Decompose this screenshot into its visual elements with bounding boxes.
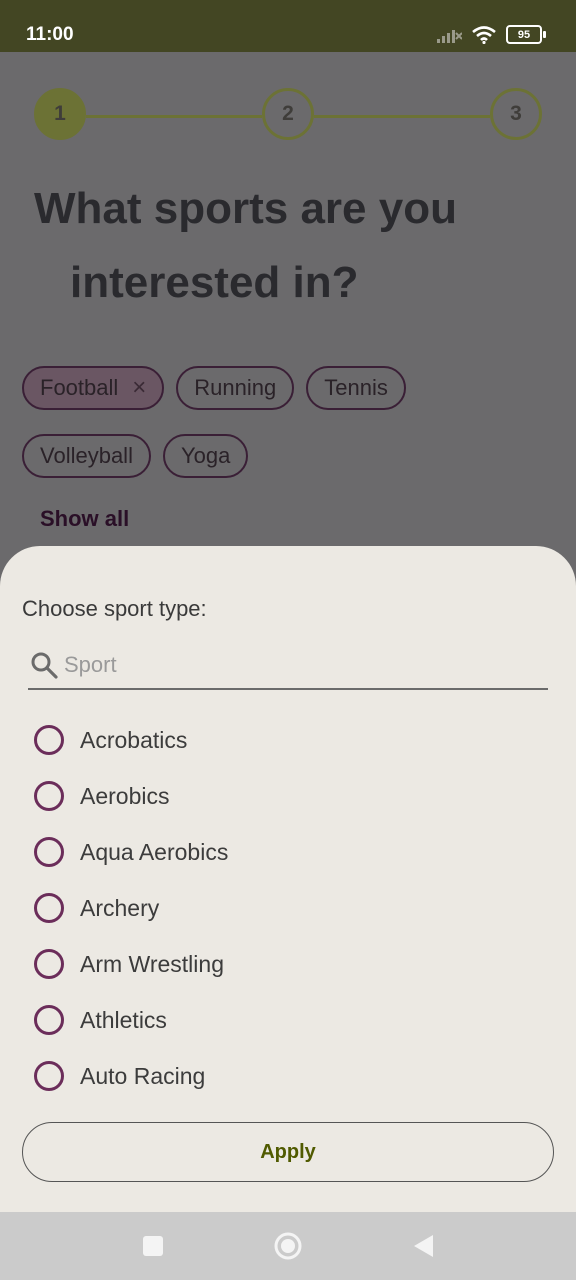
radio-button[interactable]: [34, 949, 64, 979]
option-label: Archery: [80, 894, 160, 921]
battery-icon: 95: [506, 25, 546, 44]
option-athletics[interactable]: Athletics: [34, 992, 554, 1048]
option-aerobics[interactable]: Aerobics: [34, 768, 554, 824]
back-icon[interactable]: [411, 1233, 435, 1259]
option-label: Aqua Aerobics: [80, 838, 229, 865]
chip-yoga[interactable]: Yoga: [162, 434, 249, 478]
stepper: 1 2 3: [34, 88, 542, 146]
wifi-icon: [472, 25, 496, 44]
chip-label: Tennis: [324, 375, 388, 400]
chip-tennis[interactable]: Tennis: [306, 366, 406, 410]
option-label: Aerobics: [80, 782, 170, 809]
radio-button[interactable]: [34, 781, 64, 811]
option-arm-wrestling[interactable]: Arm Wrestling: [34, 936, 554, 992]
search-field[interactable]: [28, 642, 548, 690]
bottom-sheet: Choose sport type: Acrobatics Aerobics A…: [0, 546, 576, 1212]
option-auto-racing[interactable]: Auto Racing: [34, 1048, 554, 1104]
signal-icon: [437, 29, 462, 43]
option-label: Athletics: [80, 1006, 167, 1033]
sheet-title: Choose sport type:: [22, 596, 207, 621]
close-icon[interactable]: ×: [132, 374, 146, 402]
step-2: 2: [262, 88, 314, 140]
chip-row: Volleyball Yoga: [22, 434, 562, 478]
radio-button[interactable]: [34, 893, 64, 923]
chip-volleyball[interactable]: Volleyball: [22, 434, 151, 478]
chip-label: Volleyball: [40, 443, 133, 468]
chip-label: Football: [40, 375, 119, 400]
status-bar: 11:00 95: [0, 0, 576, 52]
option-label: Acrobatics: [80, 726, 188, 753]
title-line-1: What sports are you: [34, 184, 457, 233]
radio-button[interactable]: [34, 1005, 64, 1035]
system-nav-bar: [0, 1212, 576, 1280]
home-icon[interactable]: [273, 1231, 303, 1261]
status-time: 11:00: [26, 24, 74, 45]
step-connector: [86, 115, 262, 118]
option-label: Auto Racing: [80, 1062, 206, 1089]
battery-level: 95: [517, 28, 531, 41]
recents-icon[interactable]: [141, 1234, 165, 1258]
page-title: What sports are you interested in?: [34, 172, 554, 320]
radio-button[interactable]: [34, 725, 64, 755]
step-3: 3: [490, 88, 542, 140]
chip-football[interactable]: Football ×: [22, 366, 165, 410]
sport-chips: Football × Running Tennis Volleyball Yog…: [22, 366, 562, 502]
title-line-2: interested in?: [70, 258, 359, 307]
chip-running[interactable]: Running: [176, 366, 295, 410]
chip-label: Running: [194, 375, 277, 400]
sport-type-list: Acrobatics Aerobics Aqua Aerobics Archer…: [34, 712, 554, 1104]
option-label: Arm Wrestling: [80, 950, 224, 977]
radio-button[interactable]: [34, 837, 64, 867]
apply-button[interactable]: Apply: [22, 1122, 554, 1182]
status-icons: 95: [436, 25, 546, 44]
radio-button[interactable]: [34, 1061, 64, 1091]
chip-row: Football × Running Tennis: [22, 366, 562, 410]
search-input[interactable]: [62, 651, 548, 679]
step-1: 1: [34, 88, 86, 140]
show-all-link[interactable]: Show all: [40, 506, 129, 532]
search-icon: [31, 652, 58, 679]
option-archery[interactable]: Archery: [34, 880, 554, 936]
step-connector: [314, 115, 490, 118]
chip-label: Yoga: [180, 443, 231, 468]
option-aqua-aerobics[interactable]: Aqua Aerobics: [34, 824, 554, 880]
option-acrobatics[interactable]: Acrobatics: [34, 712, 554, 768]
